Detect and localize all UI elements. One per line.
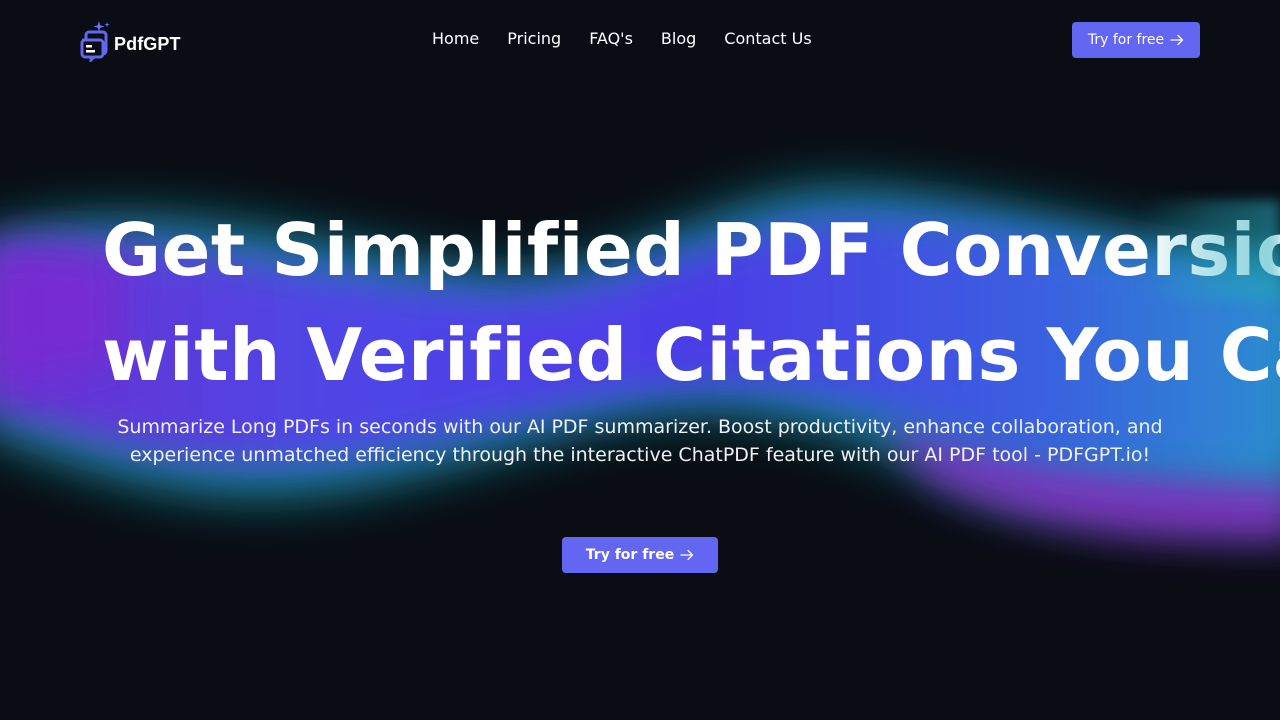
nav-item-faqs[interactable]: FAQ's [589, 28, 633, 50]
nav-item-home[interactable]: Home [432, 28, 479, 50]
hero-subtitle: Summarize Long PDFs in seconds with our … [117, 416, 1163, 466]
hero-try-free-label: Try for free [585, 547, 675, 563]
brand-name: PdfGPT [114, 33, 181, 54]
landing-page: PdfGPT Home Pricing FAQ's Blog Contact U… [0, 0, 1280, 720]
header-try-free-label: Try for free [1087, 32, 1165, 48]
arrow-right-icon [1170, 34, 1184, 46]
brand-logo[interactable]: PdfGPT [80, 18, 181, 62]
header-try-free-button[interactable]: Try for free [1072, 22, 1200, 58]
hero-headline-line-2: with Verified Citations You Can Trust [102, 313, 1280, 397]
nav-item-contact-us[interactable]: Contact Us [724, 28, 811, 50]
arrow-right-icon [680, 549, 694, 561]
nav-item-blog[interactable]: Blog [661, 28, 696, 50]
site-header: PdfGPT Home Pricing FAQ's Blog Contact U… [0, 0, 1280, 80]
hero-headline-line-1: Get Simplified PDF Conversion [102, 208, 1280, 292]
hero-try-free-button[interactable]: Try for free [562, 537, 718, 573]
pdf-chat-sparkle-icon [80, 21, 110, 62]
main-nav: Home Pricing FAQ's Blog Contact Us [432, 28, 812, 50]
nav-item-pricing[interactable]: Pricing [507, 28, 561, 50]
